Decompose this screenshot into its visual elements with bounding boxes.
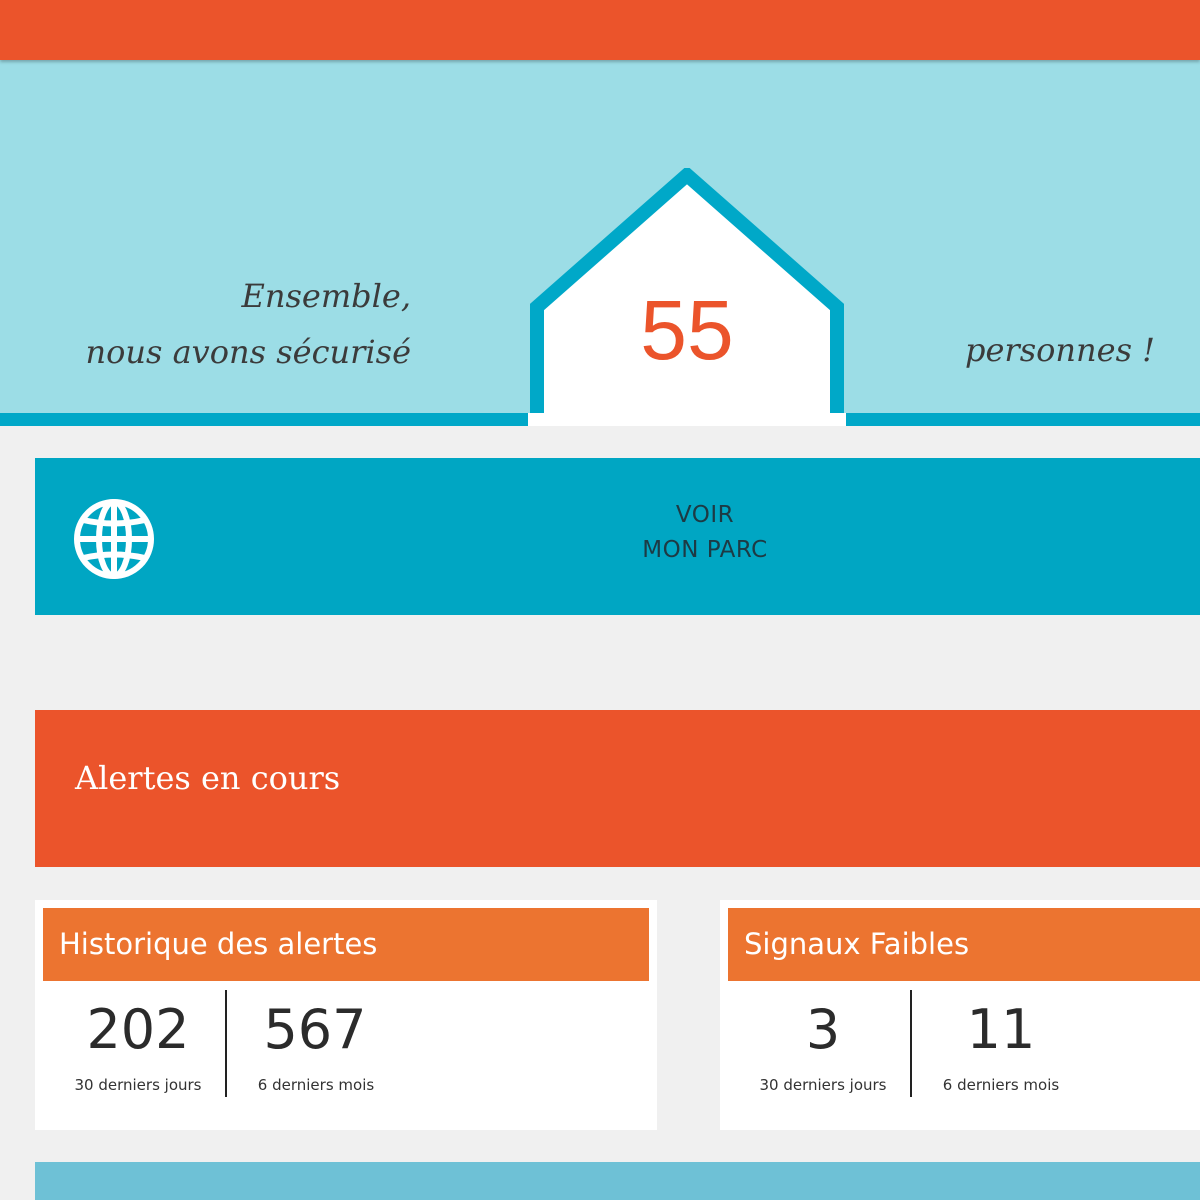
top-bar bbox=[0, 0, 1200, 60]
voir-mon-parc-label: VOIR MON PARC bbox=[35, 498, 1200, 568]
hero-suffix-text: personnes ! bbox=[965, 331, 1156, 369]
alertes-en-cours-title: Alertes en cours bbox=[75, 759, 341, 797]
historique-card-title[interactable]: Historique des alertes bbox=[43, 908, 649, 981]
parc-label-line-1: VOIR bbox=[675, 502, 735, 528]
hero-line-2: nous avons sécurisé bbox=[85, 333, 411, 371]
signaux-6m-value: 11 bbox=[966, 998, 1036, 1061]
next-section-band bbox=[35, 1162, 1200, 1200]
signaux-divider bbox=[910, 990, 912, 1097]
hero-line-1: Ensemble, bbox=[241, 277, 412, 315]
signaux-6m-caption: 6 derniers mois bbox=[942, 1076, 1060, 1094]
historique-30j-caption: 30 derniers jours bbox=[74, 1076, 202, 1094]
historique-6m-value: 567 bbox=[263, 998, 367, 1061]
signaux-30j-value: 3 bbox=[805, 998, 841, 1061]
signaux-faibles-card-title[interactable]: Signaux Faibles bbox=[728, 908, 1200, 981]
secured-count: 55 bbox=[640, 283, 734, 377]
historique-divider bbox=[225, 990, 227, 1097]
signaux-30j-caption: 30 derniers jours bbox=[759, 1076, 887, 1094]
parc-label-line-2: MON PARC bbox=[642, 537, 768, 563]
historique-30j-value: 202 bbox=[86, 998, 190, 1061]
historique-6m-caption: 6 derniers mois bbox=[257, 1076, 375, 1094]
hero-intro-text: Ensemble, nous avons sécurisé bbox=[86, 268, 411, 380]
